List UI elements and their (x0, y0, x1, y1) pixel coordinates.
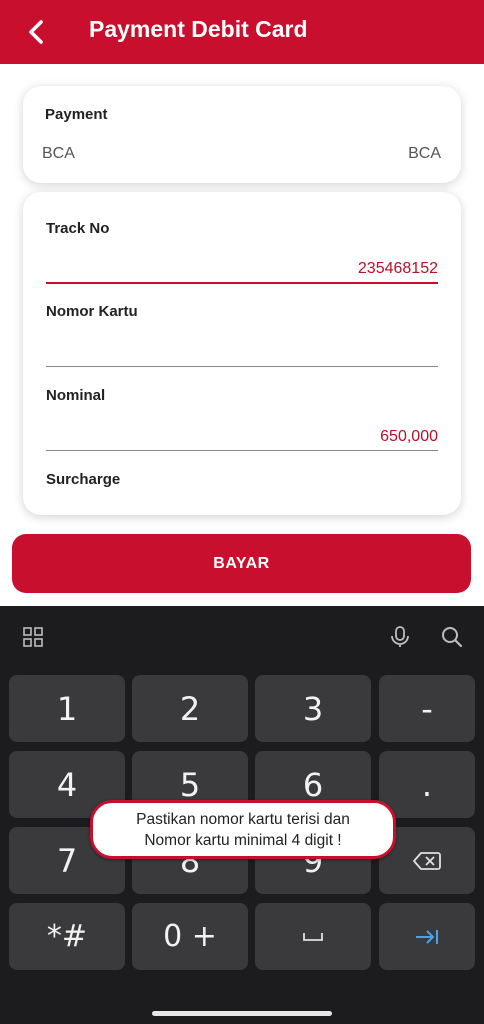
key-zero-plus[interactable]: 0 + (132, 903, 248, 970)
toast-message-line-2: Nomor kartu minimal 4 digit ! (144, 831, 342, 849)
surcharge-label: Surcharge (46, 471, 121, 488)
payment-card: Payment BCA BCA (23, 86, 461, 183)
nominal-underline (46, 450, 438, 451)
track-no-label: Track No (46, 220, 110, 237)
search-icon[interactable] (439, 624, 465, 650)
screen: Payment Debit Card Payment BCA BCA Track… (0, 0, 484, 1024)
nominal-label: Nominal (46, 387, 106, 404)
keyboard-toolbar (0, 606, 484, 666)
nomor-kartu-underline (46, 366, 438, 367)
page-title: Payment Debit Card (89, 16, 308, 42)
app-header: Payment Debit Card (0, 0, 484, 64)
back-button[interactable] (18, 14, 54, 50)
track-no-underline (46, 282, 438, 284)
toast-message-line-1: Pastikan nomor kartu terisi dan (136, 810, 350, 828)
key-3[interactable]: 3 (255, 675, 371, 742)
mic-icon[interactable] (387, 624, 413, 650)
key-space[interactable] (255, 903, 371, 970)
bayar-button[interactable]: BAYAR (12, 534, 471, 593)
backspace-icon (413, 851, 441, 870)
home-indicator[interactable] (152, 1011, 332, 1016)
validation-toast: Pastikan nomor kartu terisi dan Nomor ka… (90, 800, 396, 859)
chevron-left-icon (29, 20, 43, 44)
key-star-hash[interactable]: *# (9, 903, 125, 970)
payment-bank-right[interactable]: BCA (408, 145, 441, 163)
payment-bank-left: BCA (42, 145, 75, 162)
space-icon (303, 932, 323, 941)
key-period[interactable]: . (379, 751, 475, 818)
nomor-kartu-label: Nomor Kartu (46, 303, 138, 320)
track-no-value[interactable]: 235468152 (358, 260, 438, 278)
surcharge-field: Surcharge (46, 471, 438, 515)
track-no-field[interactable]: Track No 235468152 (46, 220, 438, 286)
key-minus[interactable]: - (379, 675, 475, 742)
key-tab[interactable] (379, 903, 475, 970)
nominal-value[interactable]: 650,000 (380, 428, 438, 446)
payment-label: Payment (45, 106, 108, 123)
grid-icon[interactable] (20, 624, 46, 650)
key-2[interactable]: 2 (132, 675, 248, 742)
tab-next-icon (416, 929, 438, 944)
key-1[interactable]: 1 (9, 675, 125, 742)
form-card: Track No 235468152 Nomor Kartu Nominal 6… (23, 192, 461, 515)
nomor-kartu-field[interactable]: Nomor Kartu (46, 303, 438, 369)
nominal-field[interactable]: Nominal 650,000 (46, 387, 438, 453)
